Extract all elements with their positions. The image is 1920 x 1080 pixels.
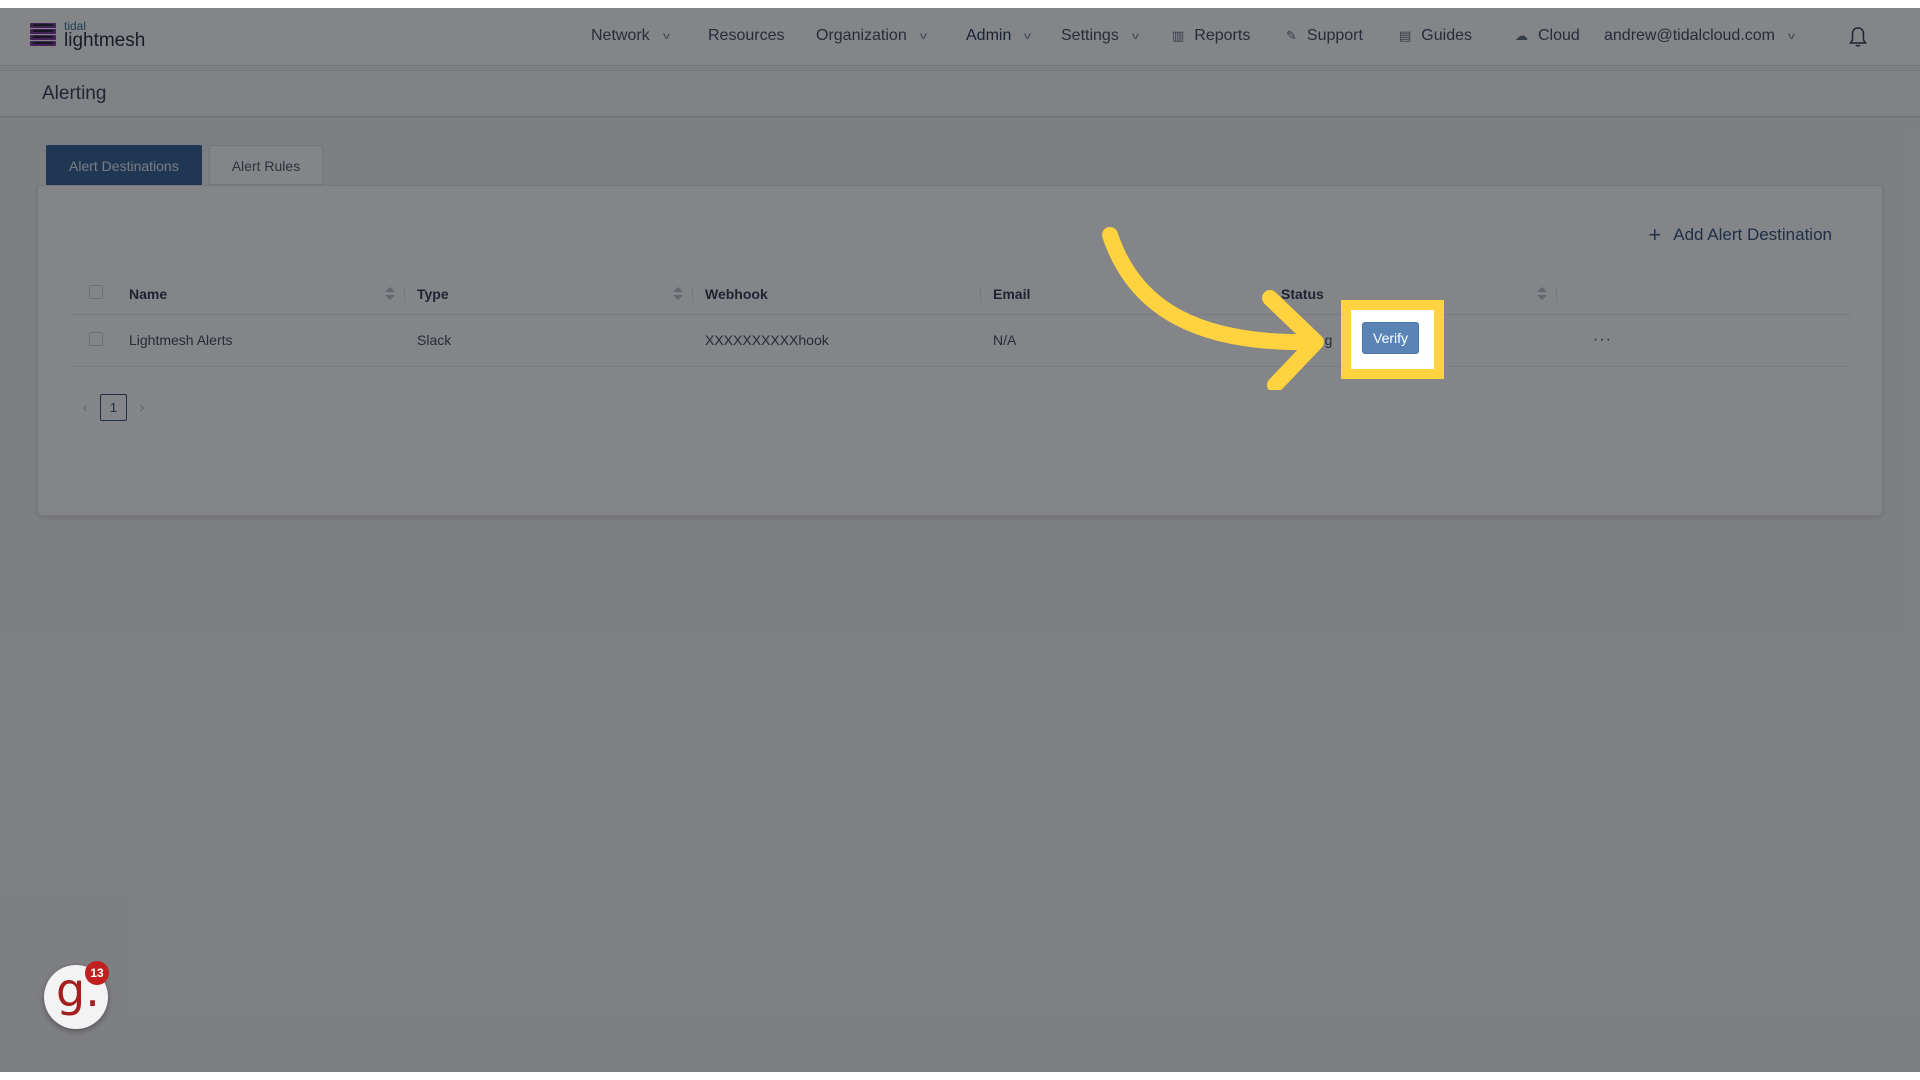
alert-destinations-table: Name Type Webhook Email Status Lightmesh… [71, 274, 1851, 367]
app-window: tidal lightmesh Network v Resources Orga… [0, 8, 1920, 1072]
nav-resources[interactable]: Resources [708, 27, 784, 45]
add-alert-destination-label: Add Alert Destination [1673, 225, 1832, 244]
table-row: Lightmesh Alerts Slack XXXXXXXXXXhook N/… [71, 314, 1851, 367]
highlight-box: Verify [1341, 300, 1444, 379]
page-title: Alerting [42, 83, 107, 104]
column-status-label: Status [1281, 285, 1324, 302]
chevron-down-icon: v [919, 30, 927, 42]
column-webhook: Webhook [693, 274, 981, 315]
nav-organization[interactable]: Organization v [816, 27, 927, 45]
sort-icon[interactable] [1537, 287, 1547, 301]
column-webhook-label: Webhook [705, 285, 768, 302]
top-nav: tidal lightmesh Network v Resources Orga… [0, 8, 1920, 66]
page-button-1[interactable]: 1 [100, 394, 127, 421]
nav-guides-label: Guides [1421, 27, 1472, 44]
verify-button[interactable]: Verify [1362, 322, 1420, 354]
nav-cloud-label: Cloud [1538, 27, 1580, 44]
nav-settings[interactable]: Settings v [1061, 27, 1139, 45]
bar-chart-icon: ▥ [1172, 28, 1185, 43]
add-alert-destination-button[interactable]: + Add Alert Destination [1648, 222, 1832, 248]
nav-support[interactable]: ✎ Support [1286, 27, 1363, 45]
notification-badge: 13 [85, 961, 109, 985]
cell-email: N/A [981, 314, 1269, 367]
column-type-label: Type [417, 285, 449, 302]
chevron-down-icon: v [662, 30, 670, 42]
help-widget[interactable]: g. 13 [44, 961, 109, 1029]
status-text: Pending [1281, 332, 1333, 348]
row-checkbox[interactable] [89, 331, 103, 346]
table-header-row: Name Type Webhook Email Status [71, 274, 1851, 315]
bell-icon[interactable] [1848, 26, 1868, 48]
nav-admin[interactable]: Admin v [966, 27, 1032, 45]
nav-resources-label: Resources [708, 27, 785, 44]
tab-alert-destinations[interactable]: Alert Destinations [46, 145, 202, 185]
lightmesh-logo-icon [30, 22, 56, 48]
column-email: Email [981, 274, 1269, 315]
sort-icon[interactable] [385, 287, 395, 301]
select-all-checkbox[interactable] [89, 285, 103, 300]
cell-type: Slack [405, 314, 693, 367]
nav-organization-label: Organization [816, 27, 907, 44]
tab-alert-rules[interactable]: Alert Rules [208, 145, 324, 185]
page-header: Alerting [0, 70, 1920, 118]
wrench-icon: ✎ [1286, 28, 1297, 43]
book-icon: ▤ [1399, 28, 1412, 43]
prev-page-icon[interactable]: ‹ [78, 399, 92, 416]
more-actions-icon[interactable]: ··· [1593, 331, 1612, 348]
nav-guides[interactable]: ▤ Guides [1399, 27, 1472, 45]
cloud-icon: ☁ [1515, 28, 1528, 43]
plus-icon: + [1648, 222, 1662, 247]
nav-cloud[interactable]: ☁ Cloud [1515, 27, 1580, 45]
alert-destinations-panel: + Add Alert Destination Name Type Webhoo… [37, 185, 1883, 516]
sort-icon[interactable] [673, 287, 683, 301]
column-name-label: Name [129, 285, 168, 302]
brand-logo[interactable]: tidal lightmesh [30, 20, 145, 50]
user-email: andrew@tidalcloud.com [1604, 27, 1775, 44]
tab-bar: Alert Destinations Alert Rules [46, 145, 330, 185]
column-actions [1557, 274, 1851, 315]
nav-admin-label: Admin [966, 27, 1012, 44]
brand-name: lightmesh [64, 30, 146, 51]
chevron-down-icon: v [1788, 30, 1795, 42]
user-menu[interactable]: andrew@tidalcloud.com v [1604, 27, 1795, 45]
cell-name: Lightmesh Alerts [117, 314, 405, 367]
column-name[interactable]: Name [117, 274, 405, 315]
cell-webhook: XXXXXXXXXXhook [693, 314, 981, 367]
nav-settings-label: Settings [1061, 27, 1119, 44]
chevron-down-icon: v [1131, 30, 1139, 42]
column-type[interactable]: Type [405, 274, 693, 315]
column-email-label: Email [993, 285, 1031, 302]
next-page-icon[interactable]: › [135, 399, 149, 416]
pagination: ‹ 1 › [78, 394, 149, 421]
nav-support-label: Support [1306, 27, 1363, 44]
nav-reports[interactable]: ▥ Reports [1172, 27, 1250, 45]
nav-reports-label: Reports [1194, 27, 1251, 44]
nav-network-label: Network [591, 27, 650, 44]
nav-network[interactable]: Network v [591, 27, 670, 45]
chevron-down-icon: v [1024, 30, 1032, 42]
